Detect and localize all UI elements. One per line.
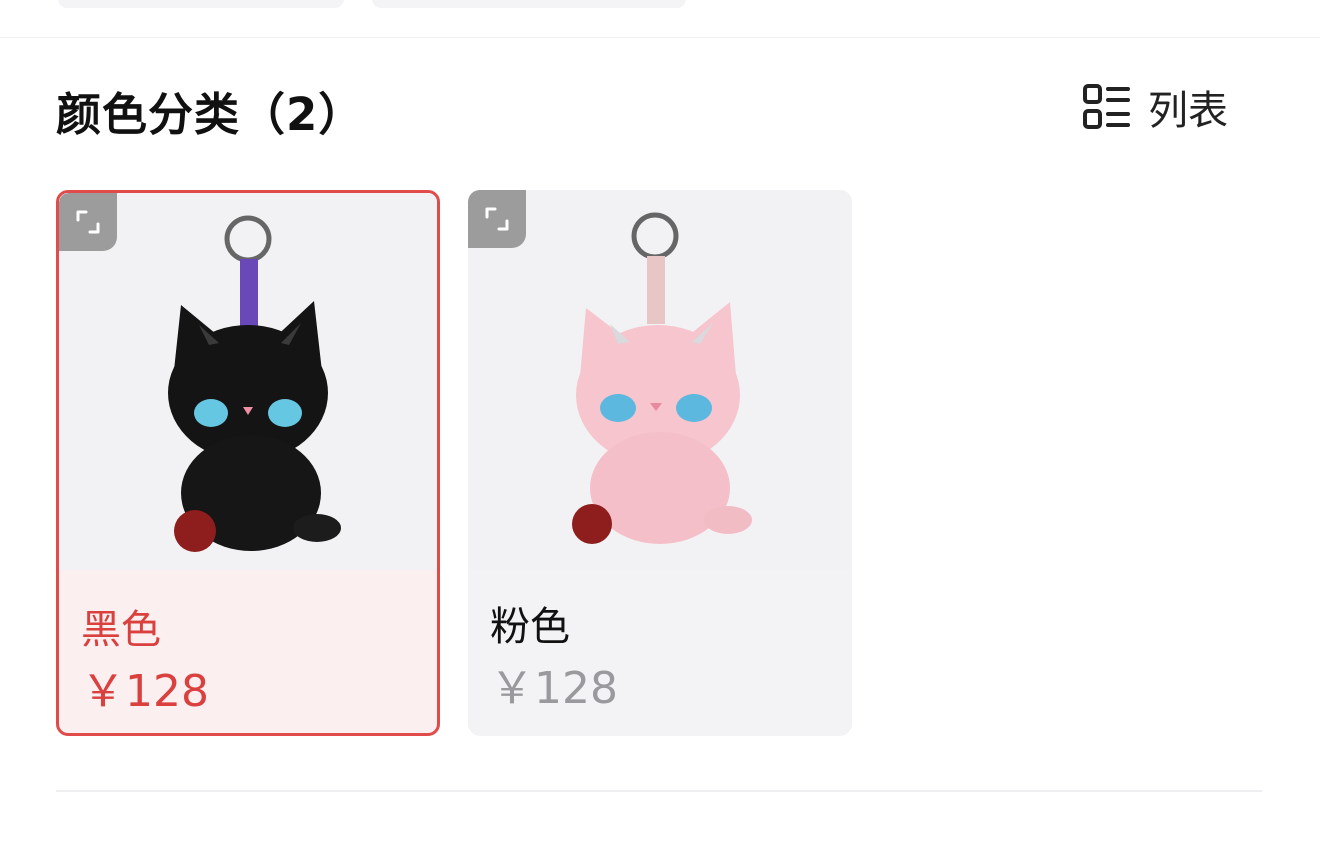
variant-name: 黑色 (81, 607, 161, 653)
product-image-pink (468, 190, 852, 570)
variant-price: ￥128 (81, 666, 209, 717)
bottom-divider (56, 790, 1262, 792)
variant-price: ￥128 (490, 663, 618, 714)
expand-icon[interactable] (59, 193, 117, 251)
list-view-toggle[interactable]: 列表 (1082, 82, 1228, 134)
list-view-icon (1083, 84, 1130, 129)
product-image-black (59, 193, 437, 570)
top-chip-2[interactable] (372, 0, 686, 8)
view-toggle-label: 列表 (1148, 88, 1228, 134)
pink-plush-cat-keychain (572, 212, 752, 544)
expand-icon[interactable] (468, 190, 526, 248)
top-chip-1[interactable] (58, 0, 344, 8)
variant-card-pink[interactable]: 粉色 ￥128 (468, 190, 852, 736)
black-plush-cat-keychain (168, 215, 341, 552)
top-divider (0, 37, 1320, 38)
variant-card-black[interactable]: 黑色 ￥128 (56, 190, 440, 736)
variant-name: 粉色 (490, 604, 570, 650)
section-title: 颜色分类（2） (56, 88, 365, 141)
